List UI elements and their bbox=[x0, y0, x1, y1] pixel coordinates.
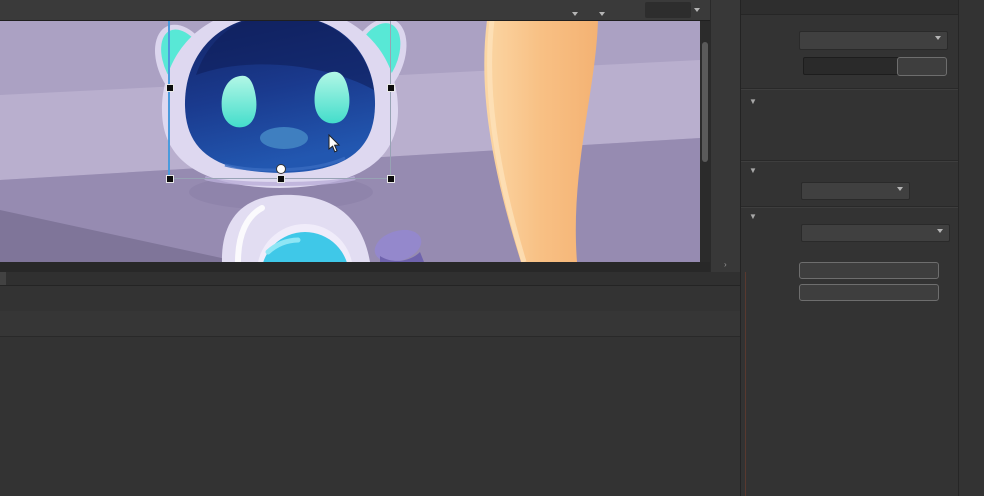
tools-panel bbox=[958, 0, 984, 496]
transform-handle-bottom[interactable] bbox=[277, 175, 285, 183]
loop-options-dropdown[interactable] bbox=[801, 224, 950, 242]
stage-bottom-track bbox=[0, 262, 710, 272]
timeline-panel bbox=[0, 272, 740, 496]
properties-tabbar bbox=[741, 0, 959, 15]
scene-clapperboard-icon bbox=[28, 2, 44, 18]
transform-handle-right[interactable] bbox=[387, 84, 395, 92]
timeline-rows bbox=[0, 336, 740, 496]
tab-timeline[interactable] bbox=[0, 272, 6, 285]
lip-syncing-button[interactable] bbox=[799, 284, 939, 301]
panel-divider-line bbox=[745, 272, 746, 496]
transform-point[interactable] bbox=[276, 164, 286, 174]
edit-bar bbox=[0, 0, 710, 21]
style-dropdown[interactable] bbox=[801, 182, 910, 200]
stage-artwork bbox=[0, 20, 700, 262]
edit-scene-icon[interactable] bbox=[556, 2, 572, 18]
mouse-cursor bbox=[328, 134, 342, 154]
tab-output[interactable] bbox=[52, 272, 68, 285]
transform-handle-bottom-right[interactable] bbox=[387, 175, 395, 183]
use-frame-picker-button[interactable] bbox=[799, 262, 939, 279]
transform-handle-bottom-left[interactable] bbox=[166, 175, 174, 183]
edit-symbol-icon[interactable] bbox=[583, 2, 599, 18]
graphic-symbol-icon bbox=[757, 28, 777, 48]
transform-handle-left[interactable] bbox=[166, 84, 174, 92]
timeline-header bbox=[0, 311, 740, 337]
timeline-tabbar bbox=[0, 272, 740, 286]
symbol-icon bbox=[107, 2, 123, 18]
instance-name-field[interactable] bbox=[803, 57, 899, 75]
clip-content-icon[interactable] bbox=[626, 2, 642, 18]
panel-dock bbox=[710, 0, 741, 272]
zoom-level[interactable] bbox=[645, 2, 691, 18]
animate-window: › ▼ ▼ bbox=[0, 0, 984, 496]
looping-section-header[interactable]: ▼ bbox=[749, 211, 762, 222]
stage-canvas[interactable] bbox=[0, 20, 700, 262]
swap-button[interactable] bbox=[897, 57, 947, 76]
link-width-height-icon[interactable] bbox=[747, 140, 763, 156]
stage-vertical-scrollbar[interactable] bbox=[700, 20, 710, 262]
properties-panel: ▼ ▼ ▼ bbox=[740, 0, 959, 496]
position-size-section-header[interactable]: ▼ bbox=[749, 96, 762, 107]
timeline-controls bbox=[0, 285, 740, 312]
color-effect-section-header[interactable]: ▼ bbox=[749, 165, 762, 176]
dock-chevron-icon[interactable]: › bbox=[724, 260, 727, 269]
zoom-chevron-icon[interactable] bbox=[694, 8, 700, 12]
symbol-type-dropdown[interactable] bbox=[799, 31, 948, 50]
center-frame-icon[interactable] bbox=[608, 2, 624, 18]
